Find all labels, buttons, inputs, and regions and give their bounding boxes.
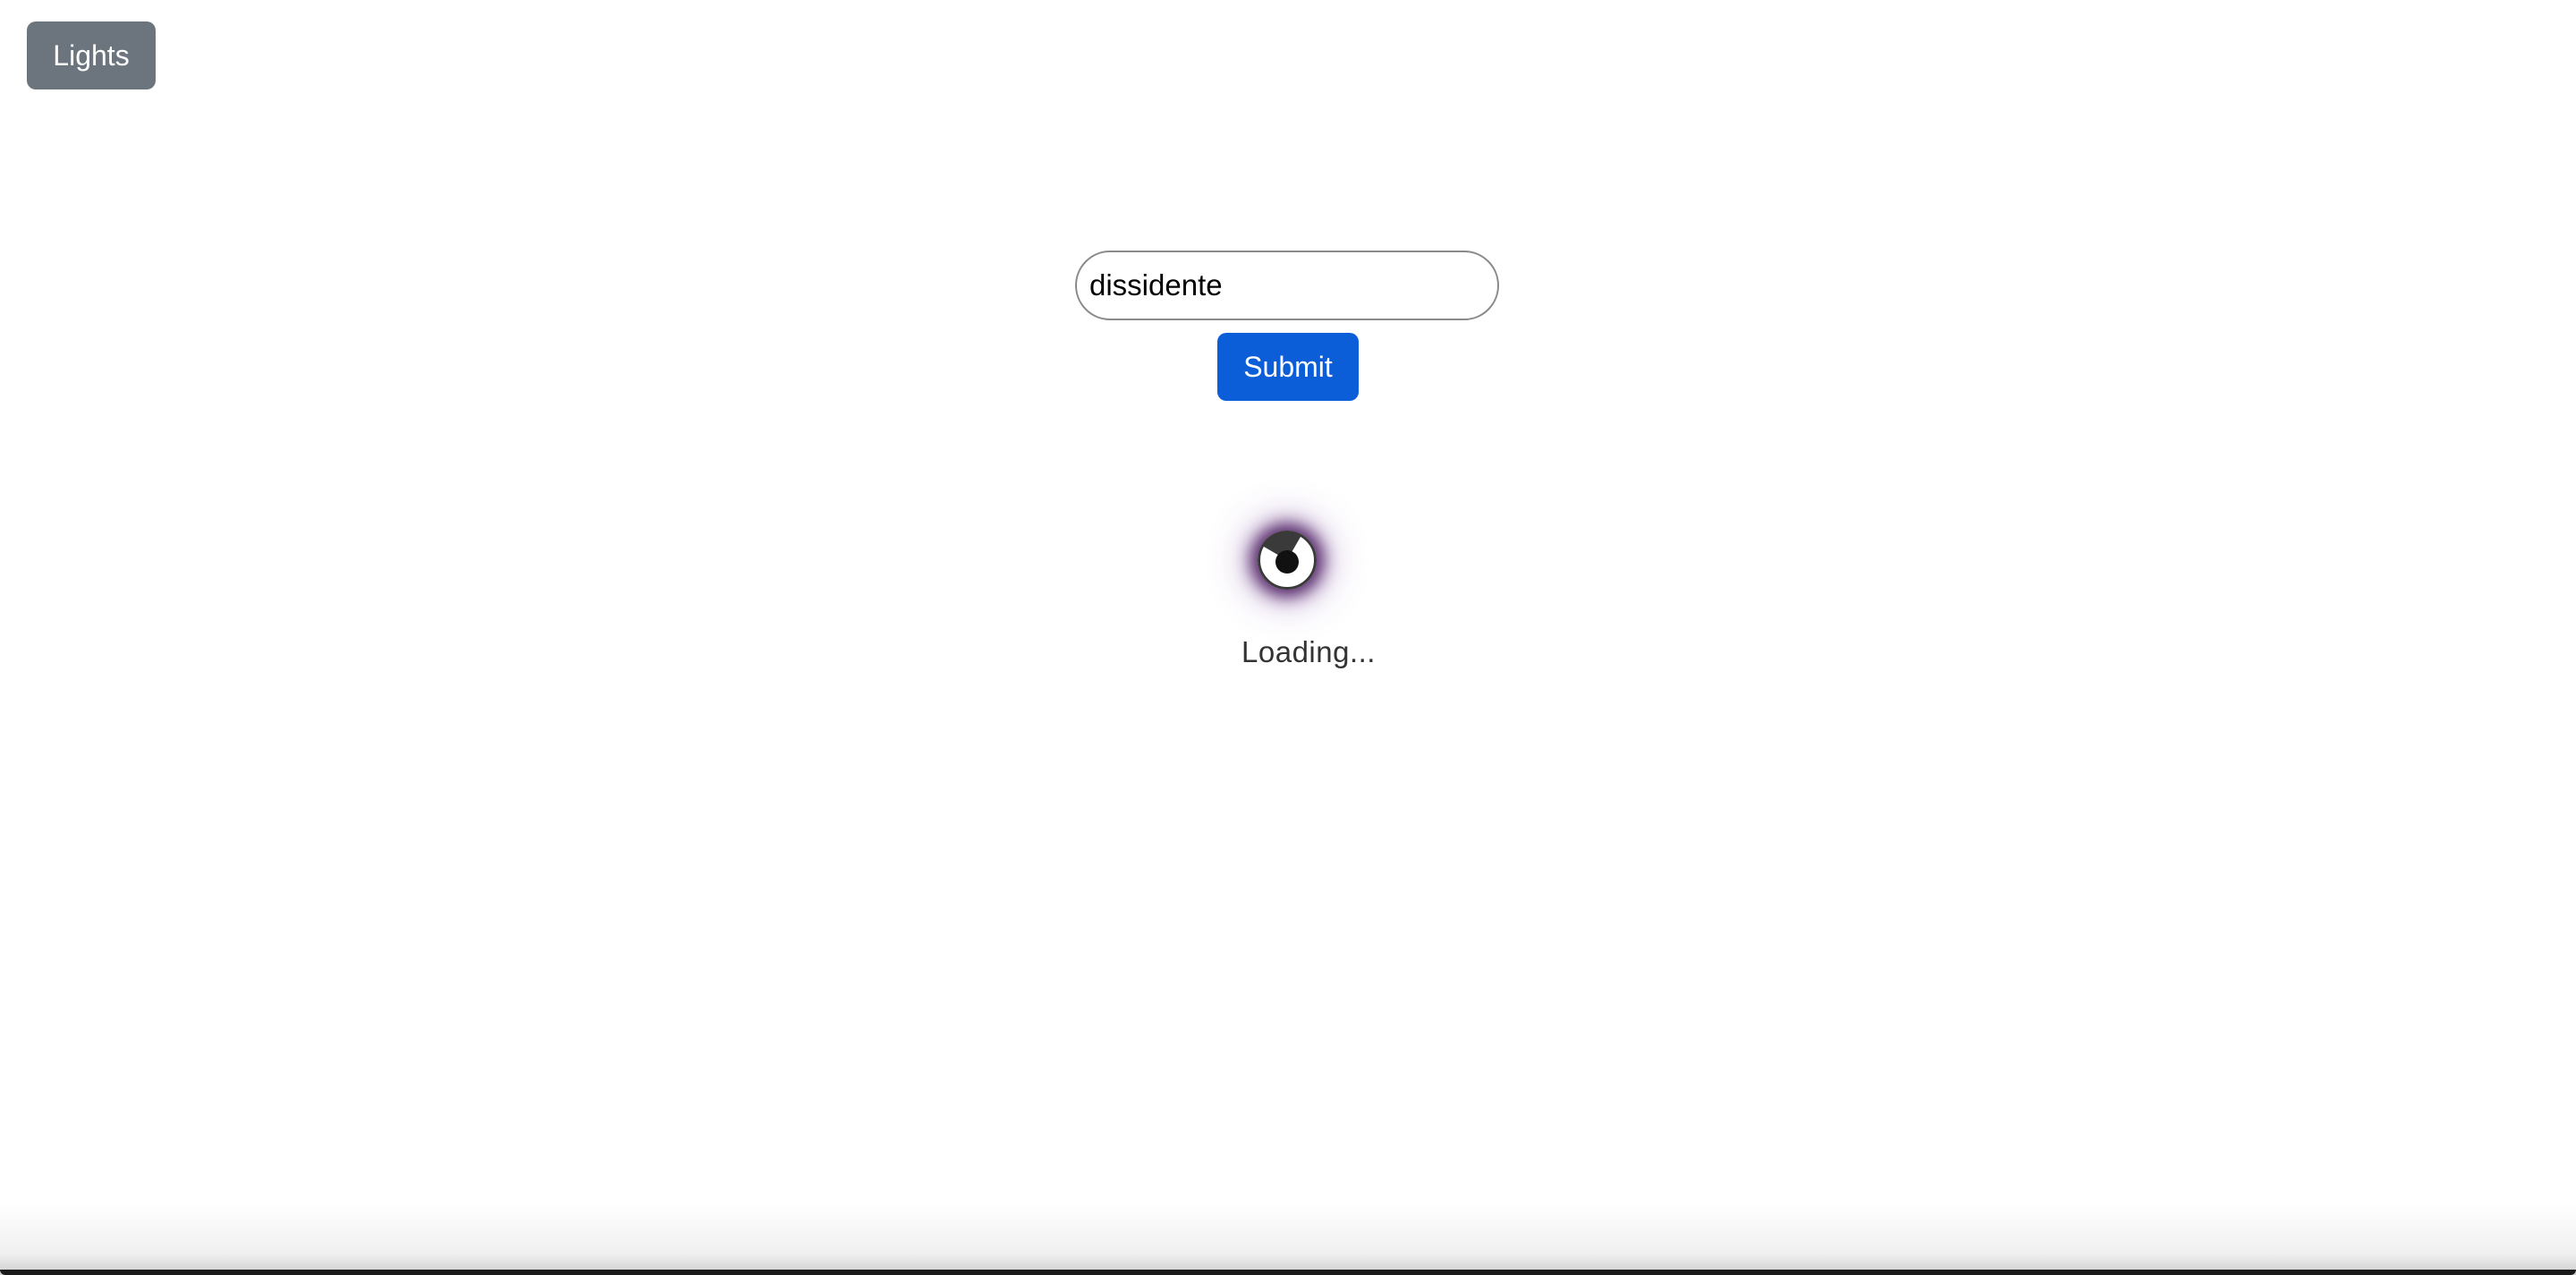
- submit-button[interactable]: Submit: [1217, 333, 1359, 401]
- page: Lights Submit Loading...: [0, 0, 2576, 1275]
- loading-spinner: [1258, 531, 1317, 590]
- lights-toggle-button[interactable]: Lights: [27, 21, 156, 89]
- search-input[interactable]: [1075, 251, 1499, 320]
- spinner-eye-icon: [1258, 531, 1317, 590]
- loading-text: Loading...: [1241, 635, 1376, 668]
- window-bottom-edge: [0, 1270, 2576, 1275]
- window-bottom-shadow: [0, 1203, 2576, 1275]
